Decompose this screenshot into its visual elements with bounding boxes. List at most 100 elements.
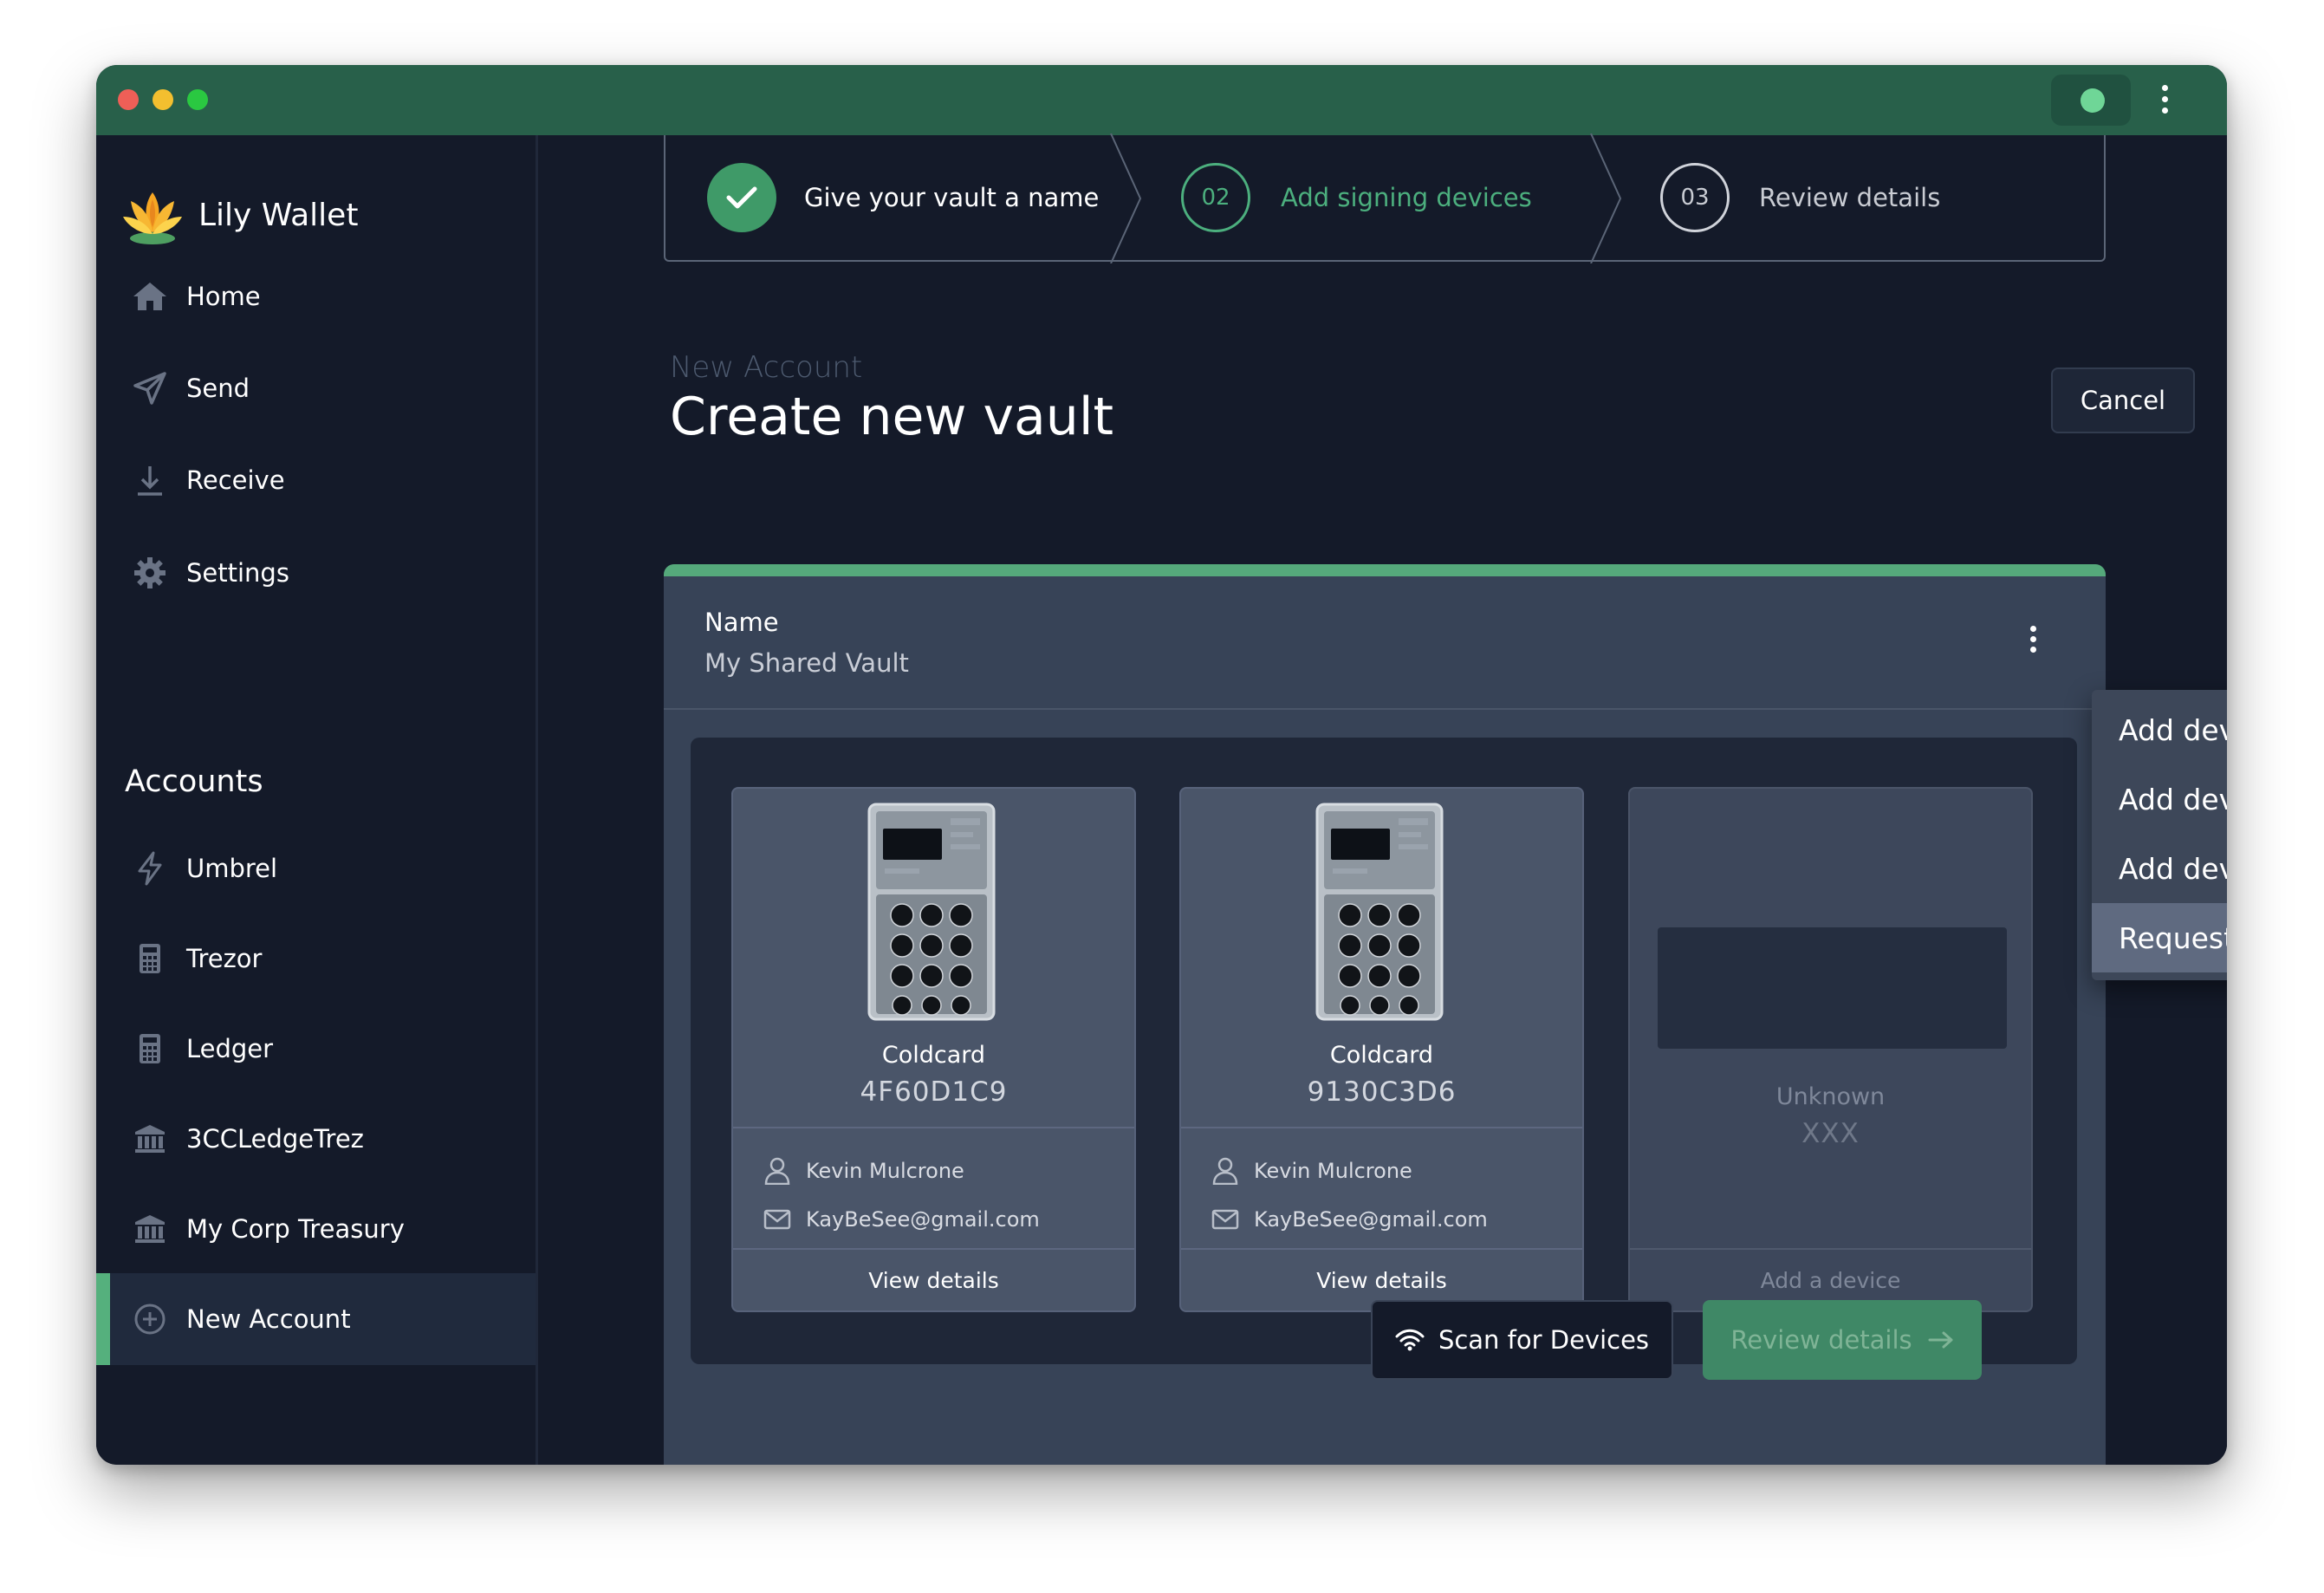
maximize-window-button[interactable]	[187, 89, 208, 110]
sidebar-item-label: Umbrel	[186, 854, 278, 883]
home-icon	[131, 277, 169, 315]
sidebar-item-home[interactable]: Home	[96, 250, 536, 342]
step-3-number: 03	[1660, 163, 1730, 232]
divider	[664, 708, 2106, 710]
lily-logo-icon	[123, 192, 182, 244]
device-card: Coldcard 4F60D1C9 Kevin Mulcrone KayBeSe	[731, 787, 1136, 1312]
device-fingerprint: XXX	[1801, 1118, 1860, 1149]
sidebar-item-label: Settings	[186, 558, 289, 588]
device-type: Coldcard	[1329, 1042, 1434, 1069]
sidebar-item-label: Receive	[186, 465, 285, 495]
device-email-row: KayBeSee@gmail.com	[1211, 1205, 1488, 1234]
user-icon	[763, 1156, 792, 1186]
device-card: Coldcard 9130C3D6 Kevin Mulcrone KayBeSe	[1179, 787, 1584, 1312]
app-window: Lily Wallet Home Send Receive Settings A…	[96, 65, 2227, 1465]
device-email: KayBeSee@gmail.com	[1254, 1207, 1488, 1232]
device-fingerprint: 9130C3D6	[1307, 1076, 1457, 1108]
main-content: Give your vault a name 02 Add signing de…	[541, 133, 2227, 1465]
mail-icon	[1211, 1205, 1240, 1234]
step-divider	[1590, 133, 1622, 263]
arrow-right-icon	[1928, 1327, 1954, 1353]
sidebar-account-ledger[interactable]: Ledger	[96, 1003, 536, 1095]
sidebar-item-label: 3CCLedgeTrez	[186, 1124, 364, 1154]
cancel-button[interactable]: Cancel	[2051, 367, 2195, 433]
sidebar-item-label: Send	[186, 374, 250, 403]
close-window-button[interactable]	[118, 89, 139, 110]
sidebar-item-send[interactable]: Send	[96, 342, 536, 434]
title-bar	[96, 65, 2227, 135]
minimize-window-button[interactable]	[153, 89, 173, 110]
review-details-button[interactable]: Review details	[1703, 1300, 1982, 1380]
wifi-icon	[1395, 1325, 1425, 1355]
step-complete-check-icon	[707, 163, 776, 232]
vault-name-value: My Shared Vault	[704, 648, 909, 678]
device-type: Unknown	[1775, 1083, 1886, 1110]
add-circle-icon	[131, 1300, 169, 1338]
bank-icon	[131, 1120, 169, 1158]
step-divider	[1110, 133, 1142, 263]
device-email-row: KayBeSee@gmail.com	[763, 1205, 1040, 1234]
menu-item-add-from-qr[interactable]: Add device from QR code	[2092, 764, 2227, 834]
menu-item-add-manually[interactable]: Add device manually	[2092, 834, 2227, 903]
connection-status-indicator[interactable]	[2051, 75, 2131, 126]
device-image-placeholder	[1658, 927, 2007, 1049]
gear-icon	[131, 554, 169, 592]
sidebar-item-settings[interactable]: Settings	[96, 527, 536, 619]
device-owner: Kevin Mulcrone	[1254, 1159, 1412, 1183]
status-dot-icon	[2081, 88, 2105, 113]
device-card-placeholder: Unknown XXX Add a device	[1628, 787, 2033, 1312]
coldcard-device-image	[867, 803, 996, 1021]
divider	[1181, 1127, 1582, 1128]
coldcard-device-image	[1315, 803, 1444, 1021]
sidebar-account-umbrel[interactable]: Umbrel	[96, 823, 536, 914]
device-owner-row: Kevin Mulcrone	[763, 1156, 964, 1186]
accounts-heading: Accounts	[125, 764, 263, 799]
card-accent-bar	[664, 564, 2106, 576]
calculator-icon	[131, 1030, 169, 1068]
send-icon	[131, 369, 169, 407]
download-icon	[131, 461, 169, 499]
device-fingerprint: 4F60D1C9	[860, 1076, 1008, 1108]
sidebar-item-label: New Account	[186, 1304, 351, 1334]
sidebar-item-label: Home	[186, 282, 261, 311]
mail-icon	[763, 1205, 792, 1234]
device-owner-row: Kevin Mulcrone	[1211, 1156, 1412, 1186]
step-3-label: Review details	[1759, 183, 1941, 212]
step-1-label: Give your vault a name	[804, 183, 1100, 212]
devices-panel: Coldcard 4F60D1C9 Kevin Mulcrone KayBeSe	[691, 738, 2077, 1364]
device-type: Coldcard	[881, 1042, 986, 1069]
sidebar-item-label: Trezor	[186, 944, 263, 973]
calculator-icon	[131, 940, 169, 978]
divider	[733, 1127, 1134, 1128]
vault-name-label: Name	[704, 608, 779, 637]
page-subtitle: New Account	[670, 350, 863, 385]
review-label: Review details	[1730, 1325, 1912, 1355]
brand[interactable]: Lily Wallet	[120, 180, 358, 250]
progress-stepper: Give your vault a name 02 Add signing de…	[664, 133, 2106, 263]
device-email: KayBeSee@gmail.com	[806, 1207, 1040, 1232]
sidebar-item-label: My Corp Treasury	[186, 1214, 405, 1244]
scan-for-devices-button[interactable]: Scan for Devices	[1371, 1300, 1673, 1380]
sidebar-item-label: Ledger	[186, 1034, 274, 1063]
step-2-number: 02	[1181, 163, 1250, 232]
brand-name: Lily Wallet	[198, 197, 359, 233]
add-device-menu: Add device from file Add device from QR …	[2092, 690, 2227, 980]
more-options-icon[interactable]	[2158, 85, 2171, 118]
sidebar-item-new-account[interactable]: New Account	[96, 1273, 536, 1365]
card-options-icon[interactable]	[2028, 626, 2038, 657]
menu-item-request-via-url[interactable]: Request device via URL	[2092, 903, 2227, 972]
sidebar: Lily Wallet Home Send Receive Settings A…	[96, 135, 538, 1465]
view-details-button[interactable]: View details	[733, 1248, 1134, 1310]
sidebar-account-3ccledgetrez[interactable]: 3CCLedgeTrez	[96, 1093, 536, 1185]
bank-icon	[131, 1210, 169, 1248]
page-title: Create new vault	[670, 387, 1114, 447]
user-icon	[1211, 1156, 1240, 1186]
sidebar-account-trezor[interactable]: Trezor	[96, 913, 536, 1005]
device-owner: Kevin Mulcrone	[806, 1159, 964, 1183]
step-2-label: Add signing devices	[1281, 183, 1532, 212]
sidebar-item-receive[interactable]: Receive	[96, 434, 536, 526]
lightning-icon	[131, 849, 169, 888]
sidebar-account-my-corp-treasury[interactable]: My Corp Treasury	[96, 1183, 536, 1275]
scan-label: Scan for Devices	[1438, 1325, 1650, 1355]
menu-item-add-from-file[interactable]: Add device from file	[2092, 695, 2227, 764]
